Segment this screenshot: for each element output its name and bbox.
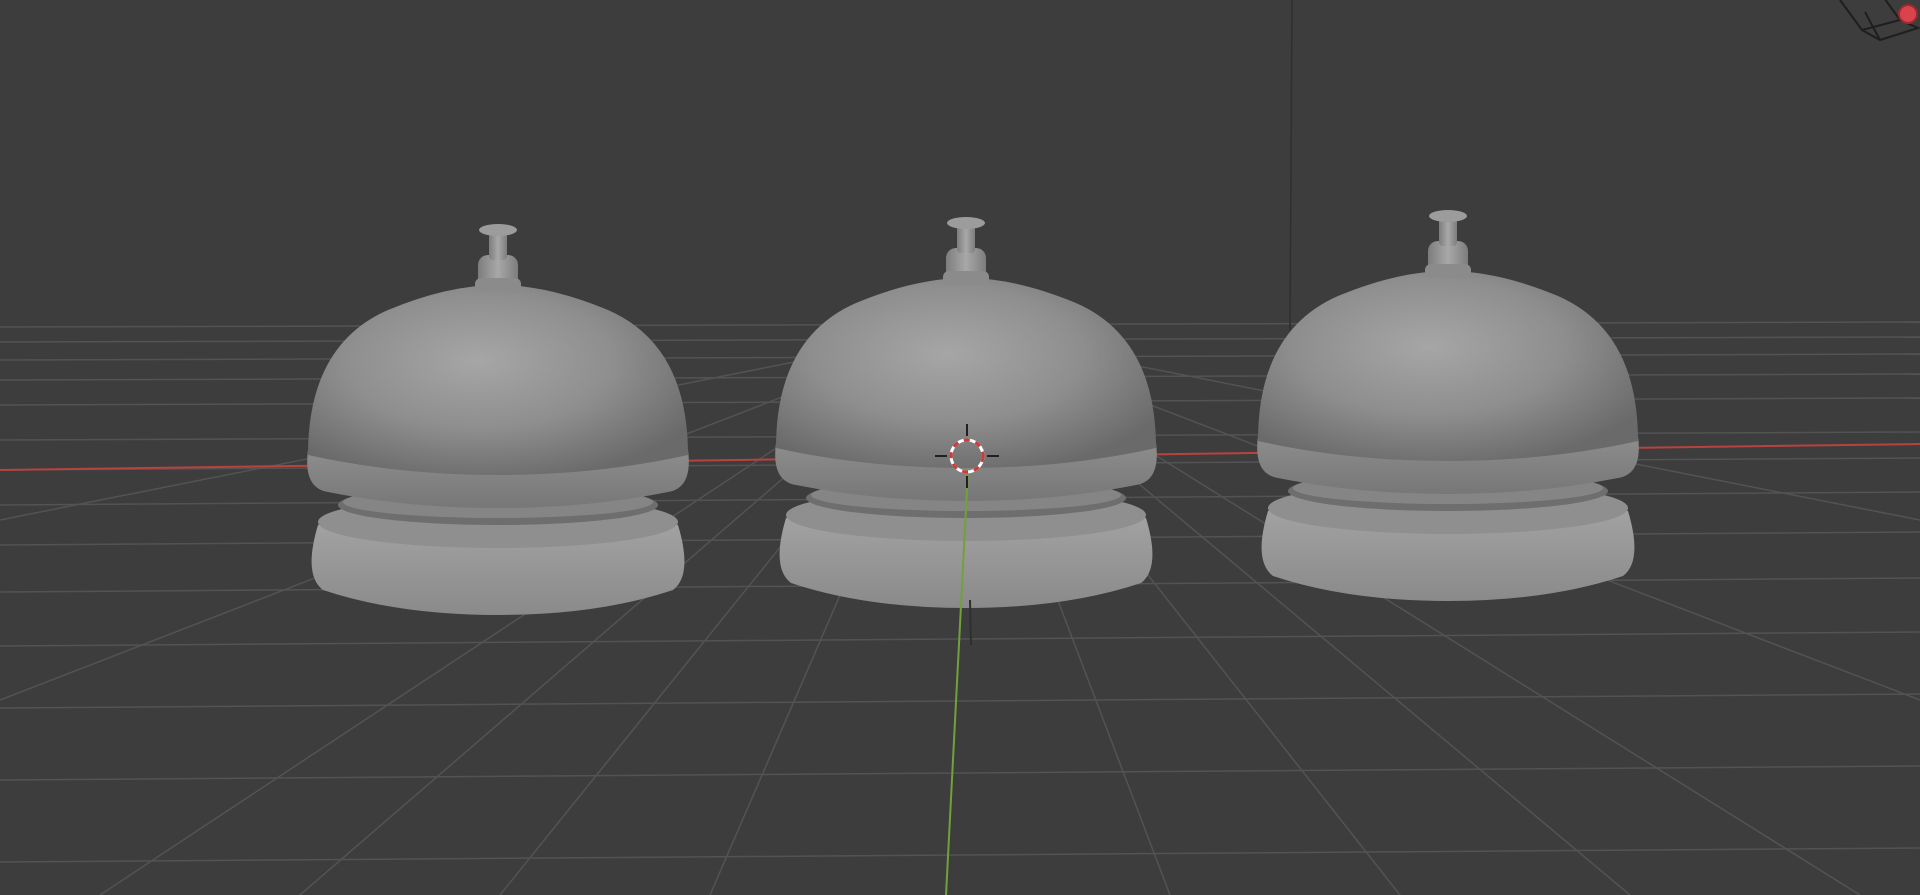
viewport-scene[interactable] bbox=[0, 0, 1920, 895]
navigation-gizmo-icon[interactable] bbox=[1770, 0, 1920, 60]
x-axis-gizmo-handle[interactable] bbox=[1898, 4, 1918, 24]
z-axis-stub bbox=[969, 599, 972, 646]
bell-object-right[interactable] bbox=[1257, 210, 1639, 601]
z-axis-line bbox=[1289, 0, 1293, 331]
bell-object-center[interactable] bbox=[775, 217, 1157, 608]
bell-object-left[interactable] bbox=[307, 224, 689, 615]
3d-viewport[interactable] bbox=[0, 0, 1920, 895]
